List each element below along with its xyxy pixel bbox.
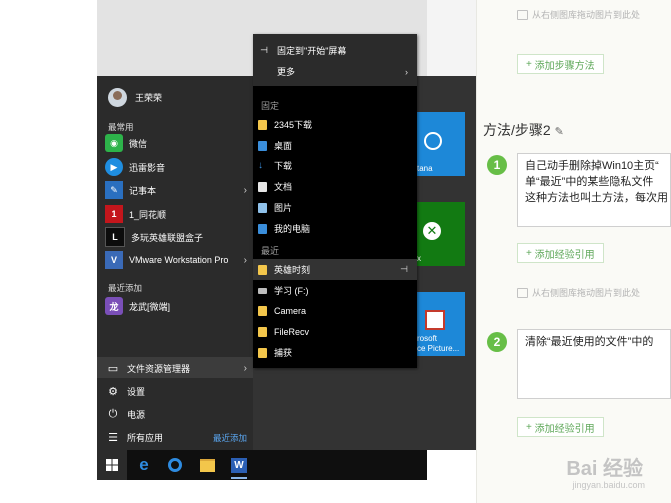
watermark-url: jingyan.baidu.com: [572, 480, 645, 490]
cortana-icon: [424, 132, 442, 150]
jump-item-my-computer[interactable]: 我的电脑: [258, 218, 414, 239]
avatar: [108, 88, 127, 107]
picture-manager-tile[interactable]: rosoft ce Picture...: [417, 292, 465, 356]
add-step-method-button[interactable]: + 添加步骤方法: [517, 54, 604, 74]
start-button[interactable]: [97, 450, 127, 480]
jump-item-hero-moment[interactable]: 英雄时刻 ⊣: [258, 259, 414, 280]
recently-added-header: 最近添加: [108, 283, 143, 293]
chevron-right-icon: ›: [405, 66, 408, 77]
power-icon: ⏻: [108, 407, 118, 420]
jump-item-documents[interactable]: 文档: [258, 176, 414, 197]
plus-icon: +: [526, 247, 535, 259]
active-app-indicator: [231, 477, 247, 479]
gear-icon: ⚙: [108, 385, 118, 398]
plus-icon: +: [526, 421, 535, 433]
cortana-tile[interactable]: tana: [417, 112, 465, 176]
download-icon: ↓: [258, 160, 263, 171]
baidu-jingyan-watermark: Bai 经验: [566, 458, 643, 480]
pin-icon[interactable]: ⊣: [400, 264, 408, 275]
app-item-vmware[interactable]: V VMware Workstation Pro ›: [105, 250, 247, 270]
xbox-icon: ✕: [423, 222, 441, 240]
jump-item-downloads[interactable]: ↓ 下载: [258, 155, 414, 176]
plus-icon: +: [526, 58, 535, 70]
pictures-icon: [258, 202, 267, 213]
file-explorer-icon: ▭: [107, 362, 119, 375]
wechat-icon: ◉: [105, 134, 123, 152]
jump-item-pictures[interactable]: 图片: [258, 197, 414, 218]
word-taskbar-icon[interactable]: W: [229, 455, 249, 475]
pin-to-start-item[interactable]: ⊣ 固定到"开始"屏幕: [258, 40, 414, 61]
desktop-icon: [258, 140, 267, 151]
thunder-player-icon: ▶: [105, 158, 123, 176]
tonghuashun-icon: 1: [105, 205, 123, 223]
pinned-header: 固定: [261, 101, 280, 111]
image-icon: [517, 9, 528, 20]
add-experience-ref-button[interactable]: + 添加经验引用: [517, 417, 604, 437]
step2-textbox[interactable]: 清除“最近使用的文件”中的: [517, 329, 671, 399]
jump-item-drive-f[interactable]: 学习 (F:): [258, 280, 414, 301]
list-icon: ☰: [108, 431, 118, 444]
recently-added-link[interactable]: 最近添加: [213, 432, 247, 444]
file-explorer-button[interactable]: ▭ 文件资源管理器 ›: [107, 358, 247, 378]
power-button[interactable]: ⏻ 电源: [107, 404, 247, 424]
image-drop-hint: 从右侧图库拖动图片到此处: [517, 8, 640, 21]
document-icon: [258, 181, 267, 192]
settings-button[interactable]: ⚙ 设置: [107, 381, 247, 401]
folder-icon: [258, 305, 267, 316]
image-icon: [517, 287, 528, 298]
more-item[interactable]: 更多 ›: [258, 61, 414, 82]
recent-header: 最近: [261, 246, 280, 256]
jump-item-capture[interactable]: 捕获: [258, 342, 414, 363]
lol-box-icon: L: [105, 227, 125, 247]
app-item-longwu[interactable]: 龙 龙武[微端]: [105, 296, 247, 316]
vmware-icon: V: [105, 251, 123, 269]
page-left-margin: [0, 0, 97, 503]
add-experience-ref-button[interactable]: + 添加经验引用: [517, 243, 604, 263]
picture-manager-icon: [425, 310, 445, 330]
step-section-title: 方法/步骤2 ✎: [483, 122, 564, 138]
jump-item-desktop[interactable]: 桌面: [258, 135, 414, 156]
drive-icon: [258, 287, 267, 294]
image-drop-hint: 从右侧图库拖动图片到此处: [517, 286, 640, 299]
notepad-icon: ✎: [105, 181, 123, 199]
xbox-tile[interactable]: ✕ x: [417, 202, 465, 266]
chevron-right-icon[interactable]: ›: [244, 185, 247, 196]
jump-item-filerecv[interactable]: FileRecv: [258, 321, 414, 342]
app-item-wechat[interactable]: ◉ 微信: [105, 133, 247, 153]
jump-item-camera[interactable]: Camera: [258, 300, 414, 321]
app-item-tonghuashun[interactable]: 1 1_同花顺: [105, 204, 247, 224]
app-item-lol-box[interactable]: L 多玩英雄联盟盒子: [105, 227, 247, 247]
windows-logo-icon: [106, 459, 118, 471]
folder-icon: [258, 326, 267, 337]
folder-icon: [258, 264, 267, 275]
chevron-right-icon[interactable]: ›: [244, 363, 247, 374]
app-item-notepad[interactable]: ✎ 记事本 ›: [105, 180, 247, 200]
chevron-right-icon[interactable]: ›: [244, 255, 247, 266]
step1-textbox[interactable]: 自己动手删除掉Win10主页“ 单“最近”中的某些隐私文件 这种方法也叫土方法，…: [517, 153, 671, 227]
page-gap: [427, 0, 476, 76]
folder-icon: [258, 347, 267, 358]
pin-icon: ⊣: [260, 45, 268, 55]
most-used-header: 最常用: [108, 122, 134, 132]
edge-browser-icon[interactable]: e: [134, 455, 154, 475]
thunder-taskbar-icon[interactable]: [165, 455, 185, 475]
step-number-badge: 1: [487, 155, 507, 175]
user-account-button[interactable]: 王荣荣: [108, 88, 162, 107]
jump-item-2345-download[interactable]: 2345下载: [258, 114, 414, 135]
app-item-thunder-player[interactable]: ▶ 迅雷影音: [105, 157, 247, 177]
step-number-badge: 2: [487, 332, 507, 352]
longwu-icon: 龙: [105, 297, 123, 315]
folder-icon: [258, 119, 267, 130]
edit-pencil-icon[interactable]: ✎: [555, 126, 564, 138]
file-explorer-taskbar-icon[interactable]: [197, 455, 217, 475]
computer-icon: [258, 223, 267, 234]
